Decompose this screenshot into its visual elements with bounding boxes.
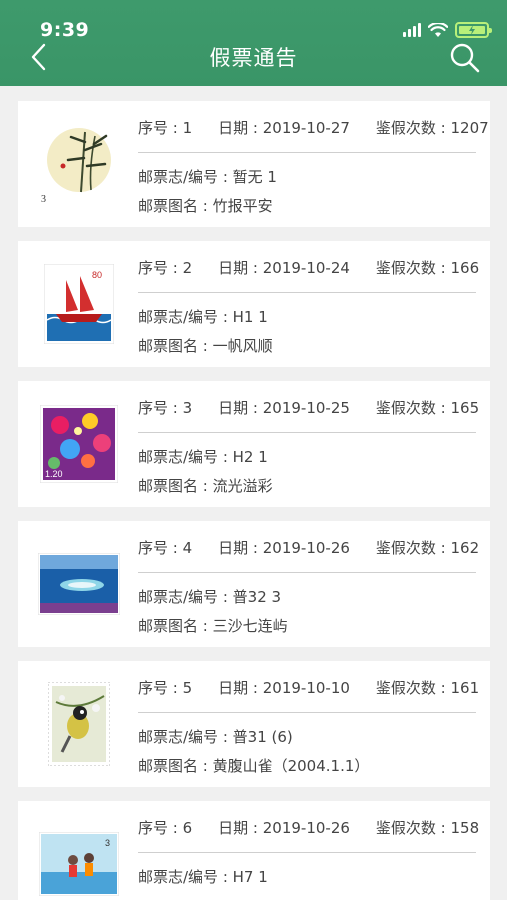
seq-label: 序号 : 5 [138,679,193,697]
count-label: 鉴假次数 : 166 [375,259,480,277]
stamp-thumbnail [38,681,120,767]
stamp-thumbnail: 3 [38,821,120,900]
code-label: 邮票志/编号 : 暂无 1 [138,168,277,186]
count-label: 鉴假次数 : 161 [375,679,480,697]
date-label: 日期 : 2019-10-26 [218,539,350,557]
divider [138,432,476,433]
date-label: 日期 : 2019-10-26 [218,819,350,837]
wifi-icon [428,22,448,37]
stamp-thumbnail: 3 [38,121,120,207]
search-button[interactable] [449,42,481,74]
seq-label: 序号 : 4 [138,539,193,557]
code-label: 邮票志/编号 : 普31 (6) [138,728,293,746]
name-label: 邮票图名 : 三沙七连屿 [138,617,288,635]
page-title: 假票通告 [209,46,298,70]
divider [138,852,476,853]
list-item[interactable]: 3 序号 : 1 日期 : 2019-10-27 鉴假次数 : 1207 邮票志/编… [18,101,490,227]
divider [138,292,476,293]
app-header: 9:39 假票通告 [0,0,507,86]
battery-icon [455,22,492,38]
list-item[interactable]: 1.20 序号 : 3 日期 : 2019-10-25 鉴假次数 : 165 邮票志… [18,381,490,507]
list-item[interactable]: 80 序号 : 2 日期 : 2019-10-24 鉴假次数 : 166 邮票志/编… [18,241,490,367]
name-label: 邮票图名 : 一帆风顺 [138,337,273,355]
count-label: 鉴假次数 : 158 [375,819,480,837]
name-label: 邮票图名 : 流光溢彩 [138,477,273,495]
code-label: 邮票志/编号 : H7 1 [138,868,268,886]
list-item[interactable]: 序号 : 5 日期 : 2019-10-10 鉴假次数 : 161 邮票志/编号 :… [18,661,490,787]
code-label: 邮票志/编号 : 普32 3 [138,588,282,606]
stamp-thumbnail: 1.20 [38,401,120,487]
seq-label: 序号 : 3 [138,399,193,417]
count-label: 鉴假次数 : 162 [375,539,480,557]
stamp-thumbnail [38,541,120,627]
list-item[interactable]: 序号 : 4 日期 : 2019-10-26 鉴假次数 : 162 邮票志/编号 :… [18,521,490,647]
code-label: 邮票志/编号 : H2 1 [138,448,268,466]
code-label: 邮票志/编号 : H1 1 [138,308,268,326]
search-icon [450,43,480,73]
count-label: 鉴假次数 : 1207 [375,119,489,137]
date-label: 日期 : 2019-10-24 [218,259,350,277]
svg-text:1.20: 1.20 [45,469,63,479]
name-label: 邮票图名 : 竹报平安 [138,197,273,215]
divider [138,712,476,713]
seq-label: 序号 : 2 [138,259,193,277]
name-label: 邮票图名 : 黄腹山雀（2004.1.1） [138,757,370,775]
date-label: 日期 : 2019-10-10 [218,679,350,697]
status-icons [403,21,492,39]
seq-label: 序号 : 6 [138,819,193,837]
svg-text:3: 3 [105,838,110,848]
list-item[interactable]: 3 序号 : 6 日期 : 2019-10-26 鉴假次数 : 158 邮票志/编号… [18,801,490,900]
seq-label: 序号 : 1 [138,119,193,137]
status-time: 9:39 [40,19,90,41]
count-label: 鉴假次数 : 165 [375,399,480,417]
signal-icon [403,23,421,37]
divider [138,152,476,153]
stamp-thumbnail: 80 [38,261,120,347]
svg-text:80: 80 [92,270,102,280]
fake-stamp-list: 3 序号 : 1 日期 : 2019-10-27 鉴假次数 : 1207 邮票志/编… [18,101,490,900]
date-label: 日期 : 2019-10-25 [218,399,350,417]
divider [138,572,476,573]
date-label: 日期 : 2019-10-27 [218,119,350,137]
svg-text:3: 3 [41,194,46,205]
